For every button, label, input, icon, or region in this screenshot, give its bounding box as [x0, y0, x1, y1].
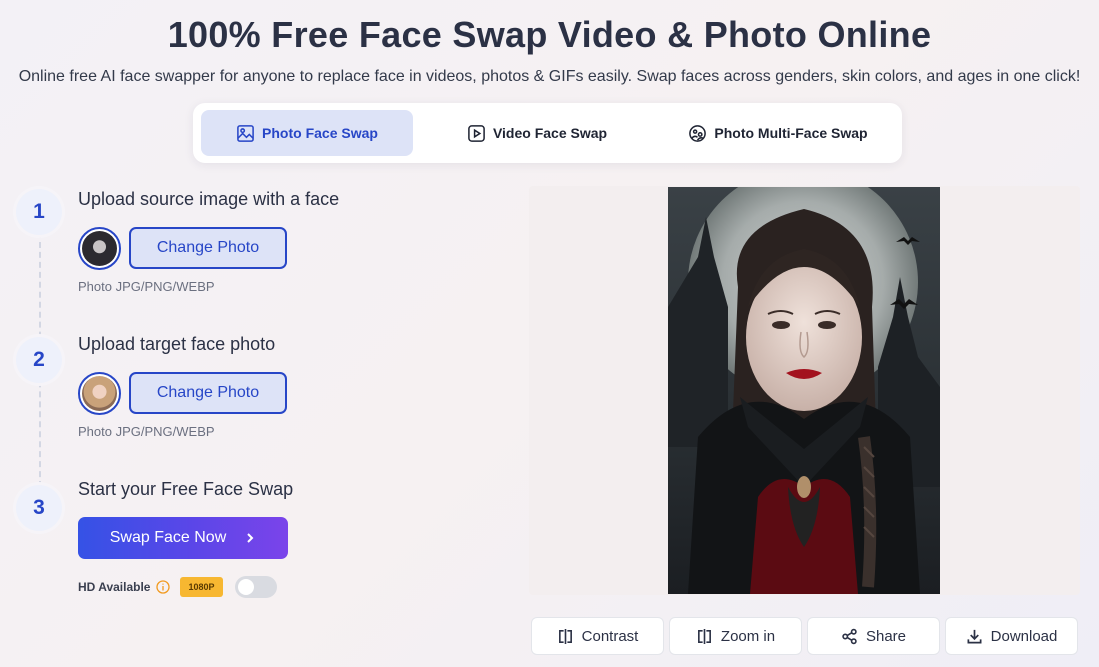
swap-face-now-button[interactable]: Swap Face Now: [78, 517, 288, 559]
hd-option-row: HD Available 1080P: [78, 575, 277, 599]
avatar-image: [82, 231, 117, 266]
download-button[interactable]: Download: [945, 617, 1078, 655]
change-target-photo-button[interactable]: Change Photo: [129, 372, 287, 414]
target-face-thumbnail[interactable]: [78, 372, 121, 415]
step-2-format-hint: Photo JPG/PNG/WEBP: [78, 424, 215, 439]
swap-button-label: Swap Face Now: [109, 529, 227, 546]
info-icon[interactable]: [156, 580, 171, 594]
page-title: 100% Free Face Swap Video & Photo Online: [167, 14, 932, 55]
source-face-thumbnail[interactable]: [78, 227, 121, 270]
tab-video-face-swap[interactable]: Video Face Swap: [431, 110, 643, 156]
resolution-badge: 1080P: [180, 577, 223, 597]
hd-toggle[interactable]: [234, 576, 277, 598]
result-preview: [529, 186, 1080, 595]
hd-label: HD Available: [78, 580, 151, 594]
step-3-title: Start your Free Face Swap: [78, 479, 294, 499]
avatar-image: [82, 376, 117, 411]
share-icon: [842, 628, 857, 644]
page-subtitle: Online free AI face swapper for anyone t…: [18, 68, 1081, 85]
change-source-photo-button[interactable]: Change Photo: [129, 227, 287, 269]
portrait-illustration: [668, 187, 940, 594]
zoom-in-label: Zoom in: [720, 627, 776, 645]
preview-image: [668, 187, 940, 594]
mode-tabs: Photo Face Swap Video Face Swap Photo Mu…: [193, 103, 902, 163]
share-label: Share: [865, 627, 907, 645]
faces-icon: [689, 124, 707, 142]
image-icon: [237, 124, 254, 142]
tab-photo-multi-face-swap[interactable]: Photo Multi-Face Swap: [663, 110, 893, 156]
step-3-number: 3: [16, 485, 62, 531]
step-2-number: 2: [16, 337, 62, 383]
contrast-label: Contrast: [581, 627, 639, 645]
download-icon: [967, 629, 982, 643]
step-1-number: 1: [16, 189, 62, 235]
tab-photo-face-swap[interactable]: Photo Face Swap: [201, 110, 413, 156]
play-icon: [468, 124, 485, 142]
contrast-button[interactable]: Contrast: [531, 617, 664, 655]
download-label: Download: [990, 627, 1058, 645]
zoom-in-icon: [697, 628, 711, 644]
tab-label: Photo Multi-Face Swap: [714, 125, 868, 141]
chevron-right-icon: [247, 533, 254, 543]
step-1-format-hint: Photo JPG/PNG/WEBP: [78, 279, 215, 294]
tab-label: Photo Face Swap: [262, 125, 378, 141]
zoom-in-button[interactable]: Zoom in: [669, 617, 802, 655]
share-button[interactable]: Share: [807, 617, 940, 655]
tab-label: Video Face Swap: [492, 125, 608, 141]
step-2-title: Upload target face photo: [78, 334, 276, 354]
contrast-icon: [558, 628, 572, 644]
toggle-knob: [237, 579, 254, 595]
step-1-title: Upload source image with a face: [78, 189, 340, 209]
